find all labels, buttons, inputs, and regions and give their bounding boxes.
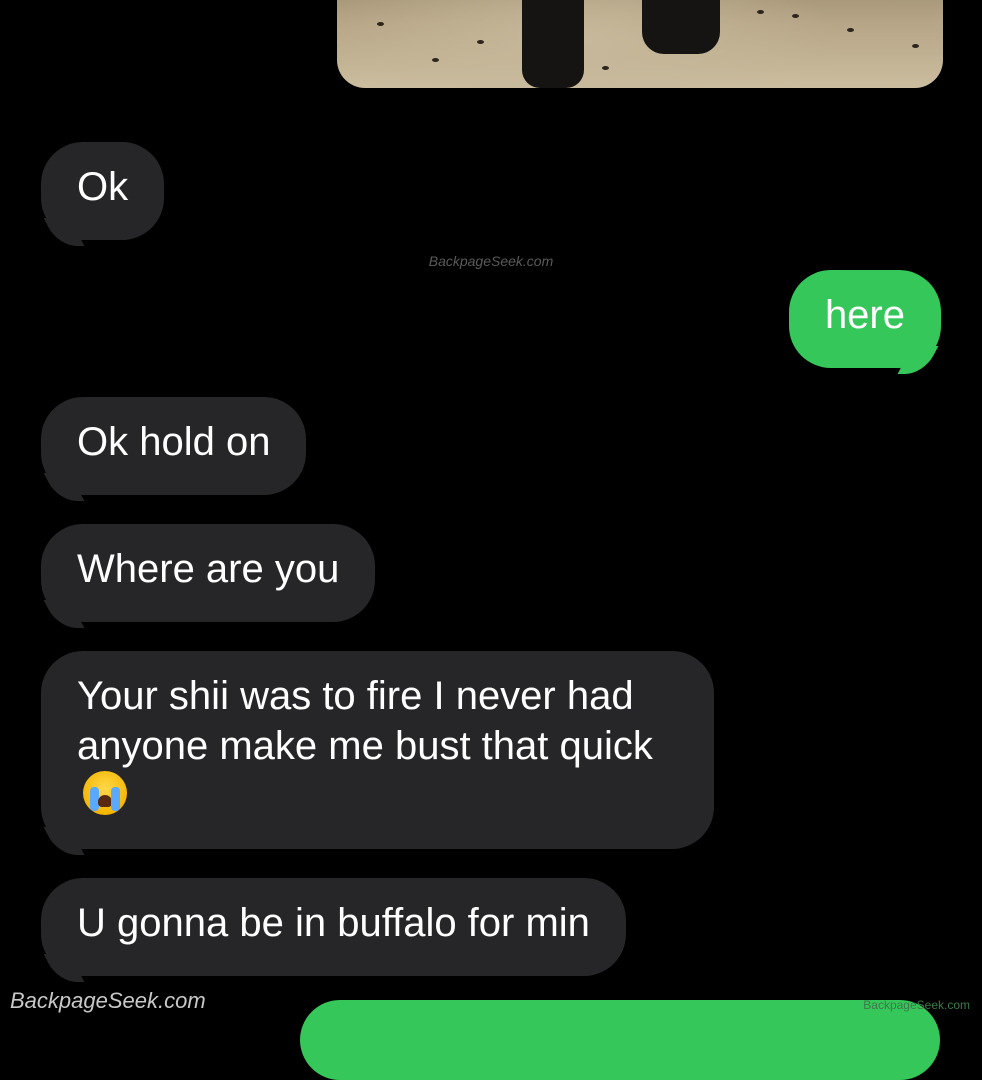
watermark: BackpageSeek.com xyxy=(863,998,970,1012)
message-bubble-incoming[interactable]: Ok xyxy=(41,142,165,246)
watermark: BackpageSeek.com xyxy=(10,988,206,1013)
photo-leg-left xyxy=(522,0,584,88)
message-text: here xyxy=(824,293,905,337)
photo-speck xyxy=(757,10,764,14)
message-photo[interactable] xyxy=(337,0,943,88)
crying-face-icon xyxy=(83,771,127,815)
bubble-tail xyxy=(43,954,85,982)
bubble-tail xyxy=(43,827,85,855)
bubble-tail xyxy=(43,600,85,628)
photo-speck xyxy=(477,40,484,44)
message-text: U gonna be in buffalo for min xyxy=(77,901,590,945)
message-bubble-outgoing[interactable]: here xyxy=(788,270,941,374)
message-bubble-incoming[interactable]: Ok hold on xyxy=(41,397,307,501)
message-bubble-incoming[interactable]: Your shii was to fire I never had anyone… xyxy=(41,651,714,855)
message-text: Your shii was to fire I never had anyone… xyxy=(77,671,678,821)
photo-speck xyxy=(432,58,439,62)
message-text: Ok xyxy=(77,165,129,209)
photo-speck xyxy=(912,44,919,48)
message-text-content: Your shii was to fire I never had anyone… xyxy=(77,674,653,768)
bubble-tail xyxy=(43,473,85,501)
bubble-tail xyxy=(43,218,85,246)
photo-leg-right xyxy=(642,0,720,54)
photo-speck xyxy=(847,28,854,32)
message-bubble-outgoing-partial[interactable] xyxy=(300,1000,940,1080)
watermark: BackpageSeek.com xyxy=(428,253,554,269)
message-text: Where are you xyxy=(77,547,340,591)
message-text: Ok hold on xyxy=(77,420,271,464)
photo-speck xyxy=(377,22,384,26)
message-bubble-incoming[interactable]: Where are you xyxy=(41,524,376,628)
bubble-tail xyxy=(897,346,939,374)
message-bubble-incoming[interactable]: U gonna be in buffalo for min xyxy=(41,878,626,982)
photo-speck xyxy=(602,66,609,70)
photo-speck xyxy=(792,14,799,18)
